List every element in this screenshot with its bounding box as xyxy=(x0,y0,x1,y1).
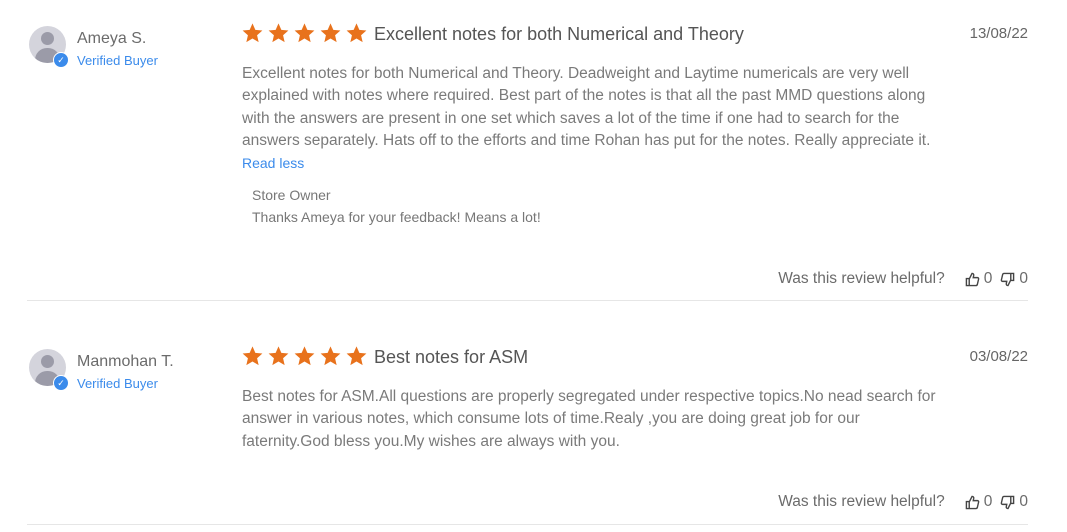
reviewer-name: Manmohan T. xyxy=(77,353,174,370)
reply-author: Store Owner xyxy=(252,187,331,203)
star-icon xyxy=(320,346,341,366)
thumbs-down-icon xyxy=(1001,495,1015,509)
verified-check-icon: ✓ xyxy=(53,375,69,391)
thumbs-up-button[interactable]: 0 xyxy=(965,270,993,288)
star-icon xyxy=(268,23,289,43)
review-card: ✓ Manmohan T. Verified Buyer Best notes … xyxy=(27,324,1028,525)
thumbs-up-button[interactable]: 0 xyxy=(965,493,993,511)
thumbs-down-icon xyxy=(1001,272,1015,286)
review-card: ✓ Ameya S. Verified Buyer Excellent note… xyxy=(27,0,1028,301)
review-text: Best notes for ASM.All questions are pro… xyxy=(242,388,936,450)
verified-buyer-label: Verified Buyer xyxy=(77,53,158,68)
star-icon xyxy=(346,23,367,43)
owner-reply: Store Owner Thanks Ameya for your feedba… xyxy=(252,184,541,228)
star-rating xyxy=(241,345,368,367)
reply-text: Thanks Ameya for your feedback! Means a … xyxy=(252,209,541,225)
review-date: 13/08/22 xyxy=(969,25,1028,42)
helpful-question: Was this review helpful? xyxy=(778,270,945,287)
review-title: Best notes for ASM xyxy=(374,347,529,367)
upvote-count: 0 xyxy=(983,493,993,510)
star-icon xyxy=(242,346,263,366)
upvote-count: 0 xyxy=(983,270,993,287)
star-icon xyxy=(346,346,367,366)
read-less-link[interactable]: Read less xyxy=(242,155,304,171)
helpful-question: Was this review helpful? xyxy=(778,493,945,510)
star-icon xyxy=(294,346,315,366)
star-icon xyxy=(294,23,315,43)
thumbs-down-button[interactable]: 0 xyxy=(1000,493,1028,511)
star-rating xyxy=(241,22,368,44)
downvote-count: 0 xyxy=(1019,493,1028,510)
review-title: Excellent notes for both Numerical and T… xyxy=(374,24,744,44)
review-body: Best notes for ASM.All questions are pro… xyxy=(242,386,942,453)
thumbs-down-button[interactable]: 0 xyxy=(1000,270,1028,288)
thumbs-up-icon xyxy=(965,495,980,509)
helpful-section: Was this review helpful? 0 0 xyxy=(778,493,1028,511)
thumbs-up-icon xyxy=(965,272,980,286)
star-icon xyxy=(242,23,263,43)
star-icon xyxy=(268,346,289,366)
verified-buyer-label: Verified Buyer xyxy=(77,376,158,391)
review-date: 03/08/22 xyxy=(969,348,1028,365)
review-body: Excellent notes for both Numerical and T… xyxy=(242,63,942,175)
verified-check-icon: ✓ xyxy=(53,52,69,68)
helpful-section: Was this review helpful? 0 0 xyxy=(778,270,1028,288)
review-text: Excellent notes for both Numerical and T… xyxy=(242,65,931,149)
reviewer-name: Ameya S. xyxy=(77,30,147,47)
downvote-count: 0 xyxy=(1019,270,1028,287)
star-icon xyxy=(320,23,341,43)
